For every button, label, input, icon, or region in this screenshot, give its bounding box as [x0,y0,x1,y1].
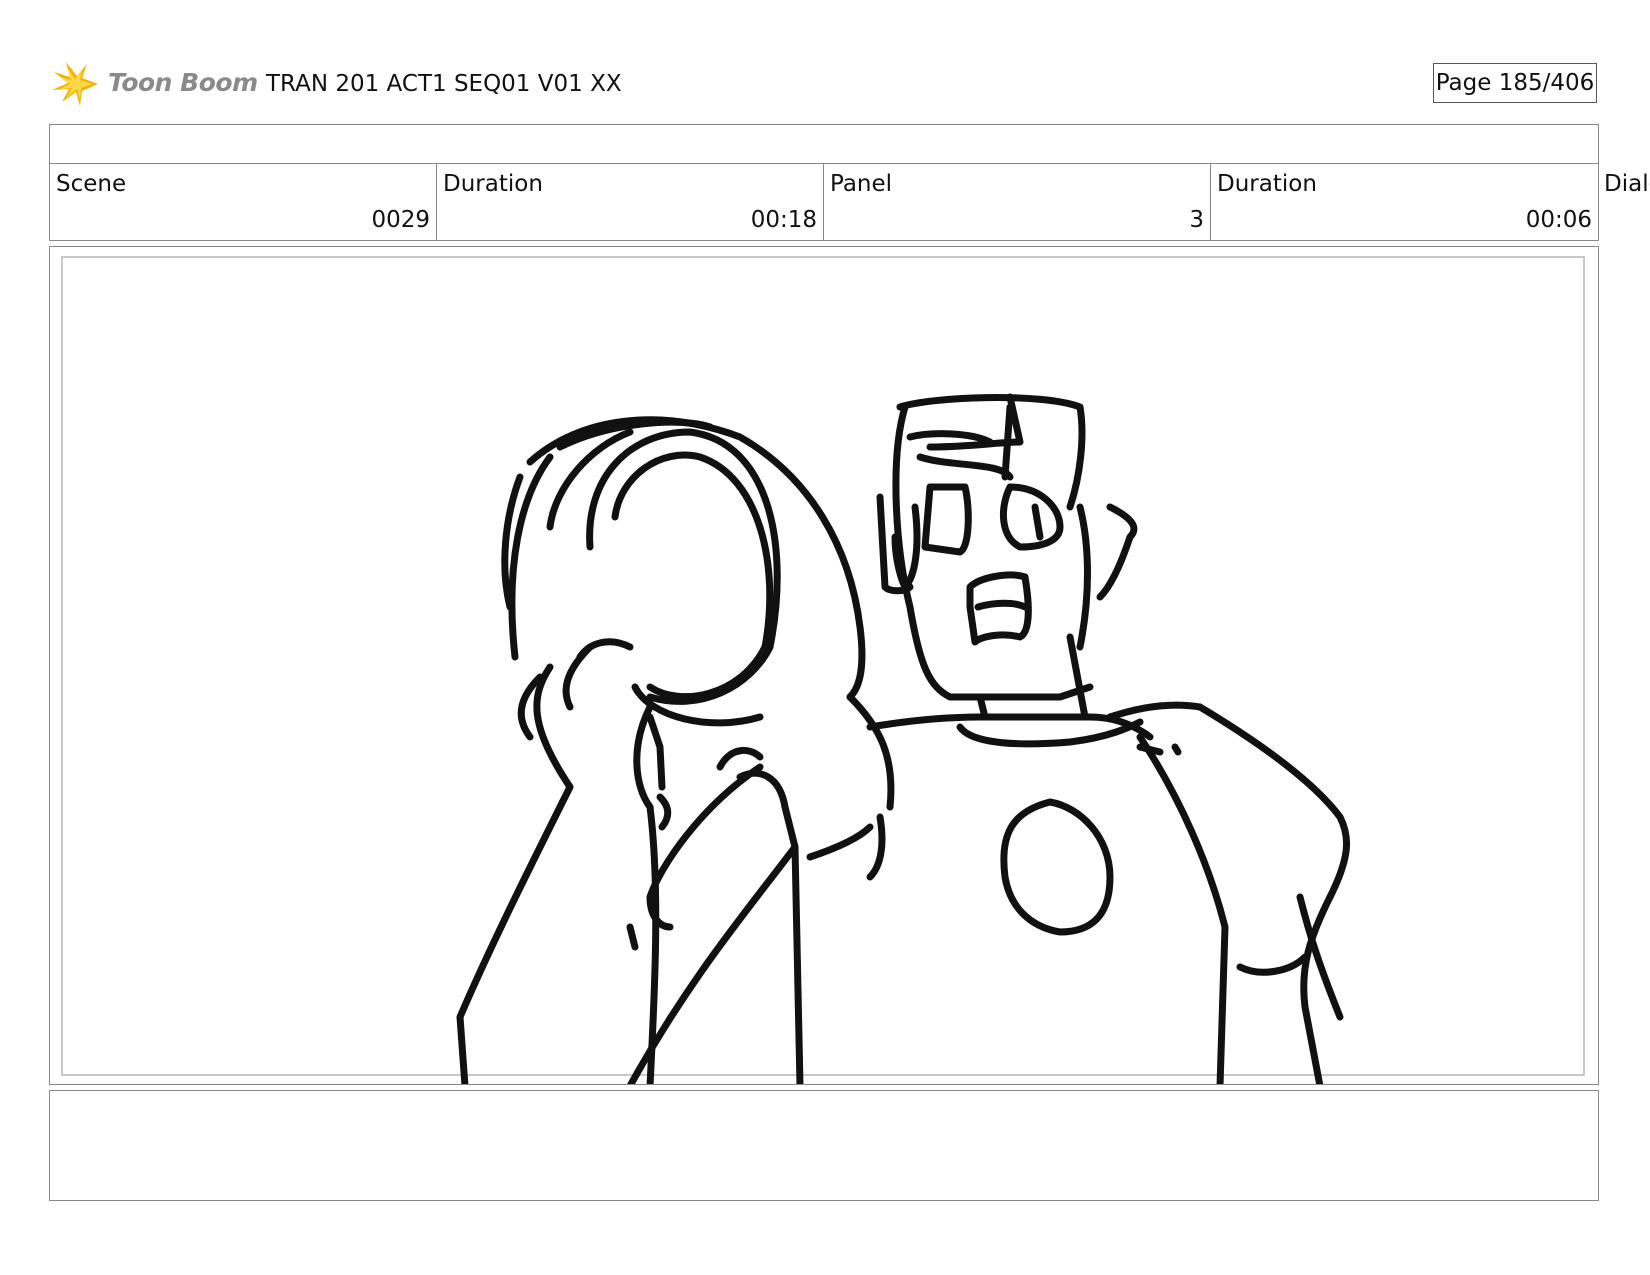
document-title: TRAN 201 ACT1 SEQ01 V01 XX [266,71,622,97]
scene-label: Scene [56,171,127,197]
dialog-label: Dialog [1604,171,1650,197]
scene-value: 0029 [371,207,430,233]
scene-cell: Scene 0029 [49,163,437,241]
panel-info-row: Scene 0029 Duration 00:18 Panel 3 Durati… [49,163,1650,241]
panel-cell: Panel 3 [823,163,1211,241]
scene-duration-value: 00:18 [750,207,817,233]
dialog-notes-area [49,1090,1599,1201]
dialog-cell: Dialog [1598,163,1650,241]
logo-wordmark: Toon Boom [108,68,258,97]
toon-boom-logo: Toon Boom [52,58,258,108]
robot-character-sketch [866,393,1351,1084]
storyboard-panel [49,246,1599,1085]
panel-value: 3 [1189,207,1204,233]
starburst-icon [52,62,98,106]
sketch-drawing [456,393,1351,1084]
panel-duration-label: Duration [1217,171,1317,197]
scene-duration-label: Duration [443,171,543,197]
header-strip [49,124,1599,164]
panel-label: Panel [830,171,893,197]
hooded-character-sketch [456,416,895,1084]
panel-duration-cell: Duration 00:06 [1210,163,1599,241]
panel-duration-value: 00:06 [1525,207,1592,233]
scene-duration-cell: Duration 00:18 [436,163,824,241]
page-number: Page 185/406 [1433,63,1597,103]
page-header: Toon Boom TRAN 201 ACT1 SEQ01 V01 XX Pag… [52,58,1600,108]
